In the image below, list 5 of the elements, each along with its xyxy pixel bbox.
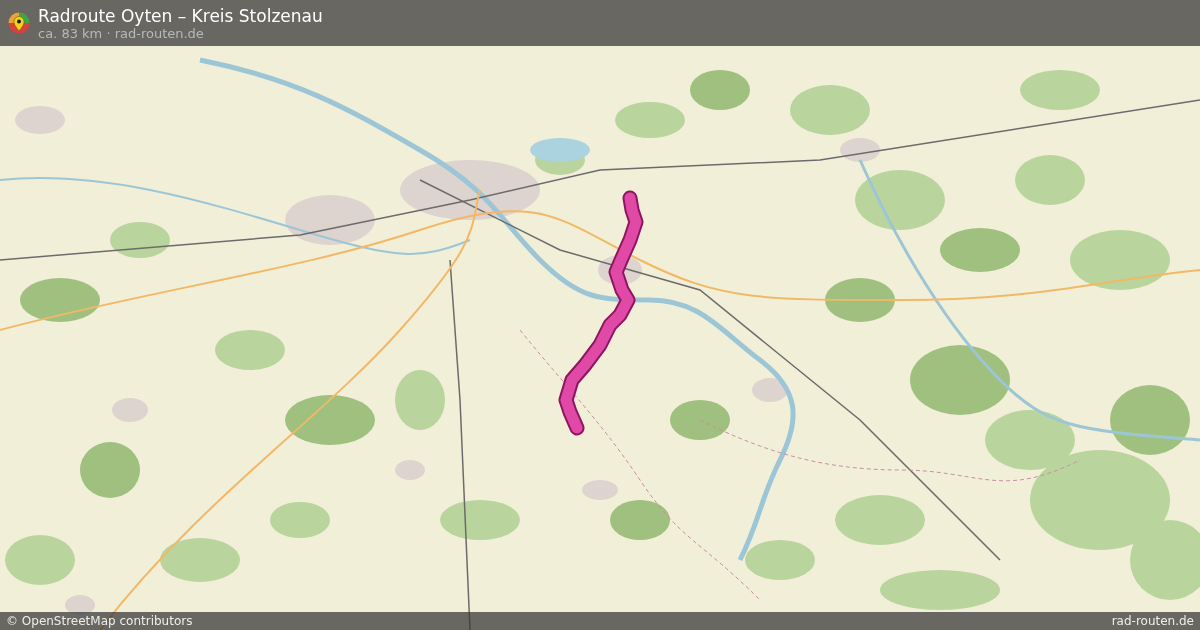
map-pin-icon [8, 12, 30, 34]
route-subtitle: ca. 83 km · rad-routen.de [38, 25, 205, 41]
map-attribution: © OpenStreetMap contributors [6, 613, 193, 629]
route-title: Radroute Oyten – Kreis Stolzenau [38, 5, 323, 26]
site-name: rad-routen.de [1111, 613, 1194, 629]
